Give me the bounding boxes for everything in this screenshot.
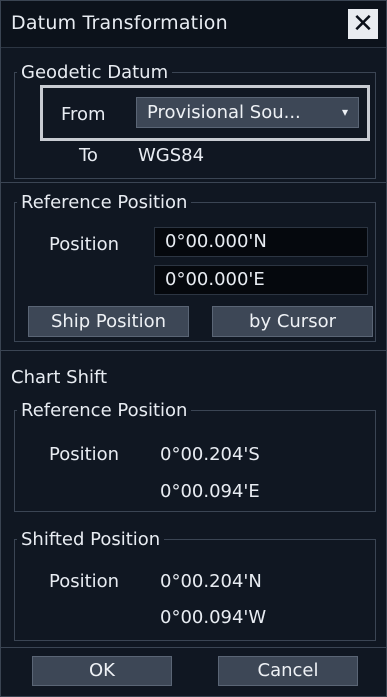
chart-shift-title: Chart Shift: [11, 367, 108, 388]
shifted-position-legend: Shifted Position: [21, 529, 161, 550]
chevron-down-icon: ▾: [341, 105, 348, 119]
cancel-label: Cancel: [257, 660, 319, 681]
separator: [1, 350, 386, 351]
longitude-input[interactable]: 0°00.000'E: [154, 265, 368, 295]
ok-button[interactable]: OK: [32, 656, 172, 686]
ref-longitude-value: 0°00.094'E: [160, 481, 260, 502]
datum-transformation-dialog: Datum Transformation ✕ Geodetic Datum Fr…: [0, 0, 387, 697]
by-cursor-button[interactable]: by Cursor: [212, 306, 373, 337]
shifted-latitude-value: 0°00.204'N: [160, 571, 262, 592]
geodetic-datum-legend: Geodetic Datum: [21, 62, 169, 83]
reference-position-legend: Reference Position: [21, 192, 188, 213]
shifted-position-label: Position: [49, 571, 120, 592]
separator: [1, 182, 386, 183]
ok-label: OK: [89, 660, 115, 681]
close-button[interactable]: ✕: [348, 9, 378, 39]
chart-shift-reference-legend: Reference Position: [21, 400, 188, 421]
from-label: From: [61, 104, 106, 125]
dialog-title: Datum Transformation: [11, 12, 228, 34]
cancel-button[interactable]: Cancel: [218, 656, 358, 686]
latitude-input[interactable]: 0°00.000'N: [154, 227, 368, 257]
ref-latitude-value: 0°00.204'S: [160, 444, 260, 465]
by-cursor-label: by Cursor: [249, 311, 336, 332]
position-label: Position: [49, 234, 120, 255]
to-label: To: [79, 145, 98, 166]
shifted-longitude-value: 0°00.094'W: [160, 607, 267, 628]
close-icon: ✕: [352, 9, 374, 39]
ship-position-label: Ship Position: [50, 311, 167, 332]
from-datum-select[interactable]: Provisional Sou... ▾: [136, 97, 359, 128]
separator: [1, 647, 386, 648]
longitude-value: 0°00.000'E: [165, 269, 265, 290]
from-datum-value: Provisional Sou...: [147, 102, 301, 123]
ship-position-button[interactable]: Ship Position: [28, 306, 189, 337]
to-datum-value: WGS84: [138, 145, 205, 166]
title-bar: Datum Transformation ✕: [1, 1, 386, 48]
latitude-value: 0°00.000'N: [165, 231, 267, 252]
ref-position-label: Position: [49, 444, 120, 465]
